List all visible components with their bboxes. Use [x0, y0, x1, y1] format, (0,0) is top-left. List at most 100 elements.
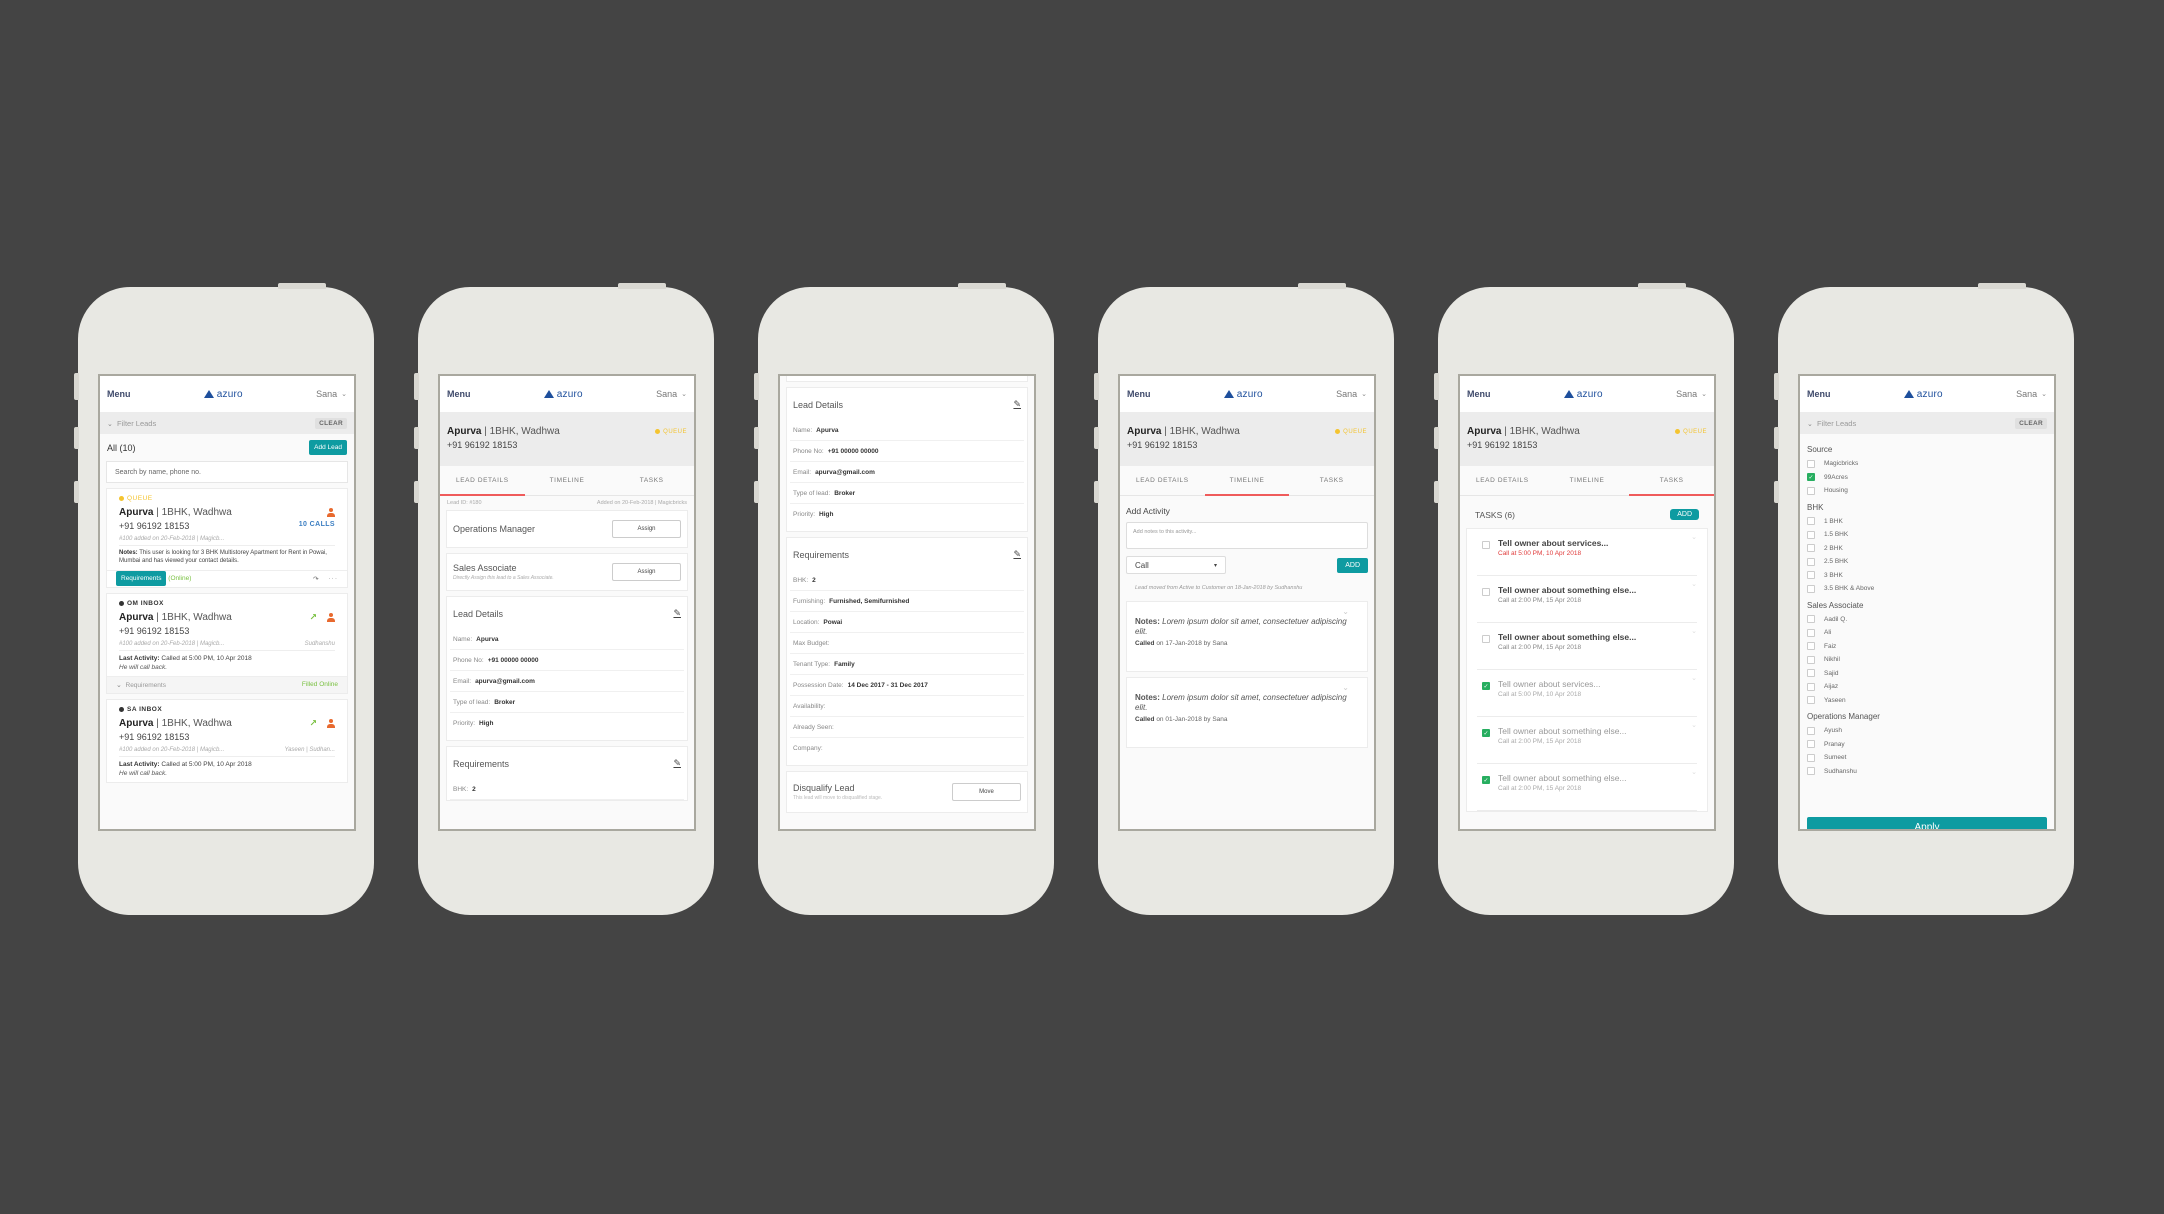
- more-icon[interactable]: ···: [329, 575, 339, 582]
- task-item[interactable]: Tell owner about something else... Call a…: [1477, 576, 1697, 623]
- filter-toggle[interactable]: ⌄ Filter Leads: [1807, 419, 1856, 428]
- chevron-down-icon[interactable]: ⌄: [1691, 768, 1697, 776]
- checkbox[interactable]: [1807, 544, 1815, 553]
- task-checkbox[interactable]: [1482, 588, 1490, 596]
- edit-icon[interactable]: ✎: [1013, 399, 1021, 410]
- add-activity-button[interactable]: ADD: [1337, 557, 1368, 573]
- filter-option[interactable]: 3 BHK: [1807, 569, 2047, 583]
- checkbox[interactable]: [1807, 669, 1815, 678]
- user-menu[interactable]: Sana ⌄: [316, 389, 347, 399]
- filter-option[interactable]: 1.5 BHK: [1807, 528, 2047, 542]
- checkbox[interactable]: [1807, 726, 1815, 735]
- filter-toggle[interactable]: ⌄ Filter Leads: [107, 419, 156, 428]
- chevron-down-icon[interactable]: ⌄: [1342, 683, 1349, 692]
- chevron-down-icon[interactable]: ⌄: [1691, 674, 1697, 682]
- user-menu[interactable]: Sana ⌄: [1676, 389, 1707, 399]
- filter-option[interactable]: Yaseen: [1807, 694, 2047, 708]
- edit-icon[interactable]: ✎: [1013, 549, 1021, 560]
- filter-option[interactable]: Aadil Q.: [1807, 613, 2047, 627]
- tab-lead-details[interactable]: LEAD DETAILS: [440, 466, 525, 496]
- task-item[interactable]: Tell owner about something else... Call a…: [1477, 623, 1697, 670]
- checkbox[interactable]: [1807, 753, 1815, 762]
- menu-button[interactable]: Menu: [1127, 389, 1151, 399]
- task-item[interactable]: ✓ Tell owner about something else... Call …: [1477, 717, 1697, 764]
- checkbox[interactable]: [1807, 486, 1815, 495]
- tab-tasks[interactable]: TASKS: [1629, 466, 1714, 496]
- person-icon[interactable]: [327, 612, 335, 622]
- filter-option[interactable]: Housing: [1807, 484, 2047, 498]
- task-item[interactable]: ✓ Tell owner about something else... Call …: [1477, 764, 1697, 811]
- filter-option[interactable]: 2 BHK: [1807, 542, 2047, 556]
- filter-option[interactable]: 1 BHK: [1807, 515, 2047, 529]
- assign-om-button[interactable]: Assign: [612, 520, 681, 538]
- checkbox[interactable]: [1807, 655, 1815, 664]
- chevron-down-icon[interactable]: ⌄: [1691, 721, 1697, 729]
- timeline-entry[interactable]: ⌄ Notes: Lorem ipsum dolor sit amet, con…: [1126, 600, 1368, 672]
- filter-option[interactable]: Ali: [1807, 626, 2047, 640]
- filter-option[interactable]: Faiz: [1807, 640, 2047, 654]
- task-item[interactable]: Tell owner about services... Call at 5:00…: [1477, 529, 1697, 576]
- checkbox[interactable]: [1807, 682, 1815, 691]
- filter-option[interactable]: Aijaz: [1807, 680, 2047, 694]
- filter-option[interactable]: Nikhil: [1807, 653, 2047, 667]
- checkbox[interactable]: [1807, 696, 1815, 705]
- task-checkbox-checked[interactable]: ✓: [1482, 729, 1490, 737]
- move-button[interactable]: Move: [952, 783, 1021, 801]
- clear-filter-button[interactable]: CLEAR: [2015, 417, 2047, 429]
- checkbox[interactable]: [1807, 740, 1815, 749]
- add-task-button[interactable]: ADD: [1670, 509, 1699, 520]
- edit-icon[interactable]: ✎: [673, 608, 681, 619]
- filter-option[interactable]: 3.5 BHK & Above: [1807, 582, 2047, 596]
- checkbox[interactable]: [1807, 642, 1815, 651]
- chevron-down-icon[interactable]: ⌄: [1691, 580, 1697, 588]
- checkbox-checked[interactable]: ✓: [1807, 473, 1815, 482]
- menu-button[interactable]: Menu: [107, 389, 131, 399]
- chevron-down-icon[interactable]: ⌄: [1691, 627, 1697, 635]
- filter-option[interactable]: 2.5 BHK: [1807, 555, 2047, 569]
- assign-sa-button[interactable]: Assign: [612, 563, 681, 581]
- task-item[interactable]: ✓ Tell owner about services... Call at 5:0…: [1477, 670, 1697, 717]
- checkbox[interactable]: [1807, 628, 1815, 637]
- chevron-down-icon[interactable]: ⌄: [1342, 607, 1349, 616]
- person-icon[interactable]: [327, 718, 335, 728]
- checkbox[interactable]: [1807, 557, 1815, 566]
- task-checkbox-checked[interactable]: ✓: [1482, 682, 1490, 690]
- checkbox[interactable]: [1807, 615, 1815, 624]
- menu-button[interactable]: Menu: [447, 389, 471, 399]
- calls-count[interactable]: 10 CALLS: [299, 521, 335, 531]
- checkbox[interactable]: [1807, 459, 1815, 468]
- search-input[interactable]: Search by name, phone no.: [106, 461, 348, 483]
- filter-option[interactable]: Pranay: [1807, 738, 2047, 752]
- filter-option[interactable]: Sudhanshu: [1807, 765, 2047, 779]
- requirements-toggle[interactable]: ⌄ Requirements Filled Online: [107, 675, 347, 693]
- filter-option[interactable]: Sajid: [1807, 667, 2047, 681]
- filter-option[interactable]: Magicbricks: [1807, 457, 2047, 471]
- clear-filter-button[interactable]: CLEAR: [315, 417, 347, 429]
- tab-tasks[interactable]: TASKS: [609, 466, 694, 495]
- lead-card[interactable]: SA INBOX Apurva | 1BHK, Wadhwa ↗ +91 961…: [106, 698, 348, 784]
- menu-button[interactable]: Menu: [1807, 389, 1831, 399]
- tab-timeline[interactable]: TIMELINE: [525, 466, 610, 495]
- task-checkbox-checked[interactable]: ✓: [1482, 776, 1490, 784]
- person-icon[interactable]: [327, 508, 335, 517]
- menu-button[interactable]: Menu: [1467, 389, 1491, 399]
- lead-card[interactable]: QUEUE Apurva | 1BHK, Wadhwa +91 96192 18…: [106, 488, 348, 588]
- task-checkbox[interactable]: [1482, 541, 1490, 549]
- checkbox[interactable]: [1807, 517, 1815, 526]
- filter-option[interactable]: Ayush: [1807, 724, 2047, 738]
- edit-icon[interactable]: ✎: [673, 758, 681, 769]
- forward-icon[interactable]: ↷: [313, 575, 318, 583]
- add-lead-button[interactable]: Add Lead: [309, 440, 347, 455]
- filter-option[interactable]: ✓ 99Acres: [1807, 471, 2047, 485]
- user-menu[interactable]: Sana ⌄: [1336, 389, 1367, 399]
- timeline-entry[interactable]: ⌄ Notes: Lorem ipsum dolor sit amet, con…: [1126, 676, 1368, 748]
- apply-button[interactable]: Apply: [1807, 817, 2047, 829]
- chevron-down-icon[interactable]: ⌄: [1691, 533, 1697, 541]
- tab-lead-details[interactable]: LEAD DETAILS: [1460, 466, 1545, 495]
- filter-option[interactable]: Sumeet: [1807, 751, 2047, 765]
- filter-bar[interactable]: ⌄ Filter Leads CLEAR: [1800, 412, 2054, 434]
- task-checkbox[interactable]: [1482, 635, 1490, 643]
- checkbox[interactable]: [1807, 530, 1815, 539]
- checkbox[interactable]: [1807, 767, 1815, 776]
- activity-type-select[interactable]: Call ▾: [1126, 556, 1226, 574]
